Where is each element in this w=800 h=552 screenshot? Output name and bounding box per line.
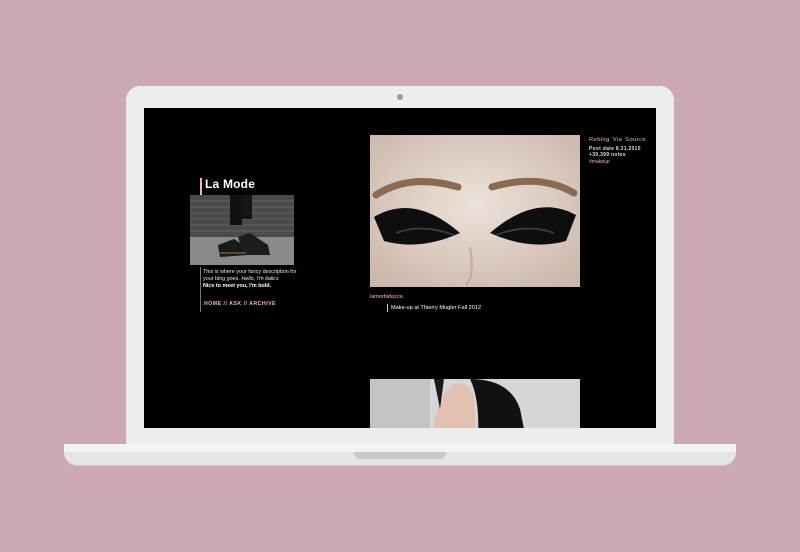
blog-title[interactable]: La Mode bbox=[205, 177, 255, 191]
post-photo-2[interactable] bbox=[370, 379, 580, 428]
post-username[interactable]: lamorbidezza bbox=[370, 294, 403, 300]
sidebar-divider bbox=[200, 267, 201, 312]
post-tag[interactable]: #makeup bbox=[589, 159, 653, 166]
post-actions: Reblog Via Source bbox=[589, 137, 653, 144]
caption-bar bbox=[387, 304, 388, 312]
via-link[interactable]: Via bbox=[613, 137, 622, 143]
nav-home-link[interactable]: HOME bbox=[204, 301, 222, 307]
nav-separator: // bbox=[221, 301, 230, 307]
reblog-link[interactable]: Reblog bbox=[589, 137, 610, 143]
sidebar-nav: HOME // ASK // ARCHIVE bbox=[204, 301, 276, 307]
sidebar-photo bbox=[190, 195, 294, 265]
camera-icon bbox=[397, 94, 403, 100]
source-link[interactable]: Source bbox=[625, 137, 646, 143]
post-photo[interactable] bbox=[370, 135, 580, 287]
title-accent-bar bbox=[200, 178, 202, 195]
screen: La Mode This is where your fancy descrip… bbox=[144, 108, 656, 428]
laptop-notch bbox=[354, 452, 446, 459]
nav-ask-link[interactable]: ASK bbox=[229, 301, 241, 307]
nav-archive-link[interactable]: ARCHIVE bbox=[249, 301, 276, 307]
post-meta: Reblog Via Source Post date 8.31.2015 +39,… bbox=[589, 137, 653, 165]
post-caption: Make-up at Thierry Mugler Fall 2012 bbox=[391, 305, 482, 311]
description-italic: Hello, I'm italics bbox=[241, 276, 279, 282]
description-bold: Nice to meet you, I'm bold. bbox=[203, 283, 272, 289]
blog-description: This is where your fancy description for… bbox=[203, 269, 299, 290]
